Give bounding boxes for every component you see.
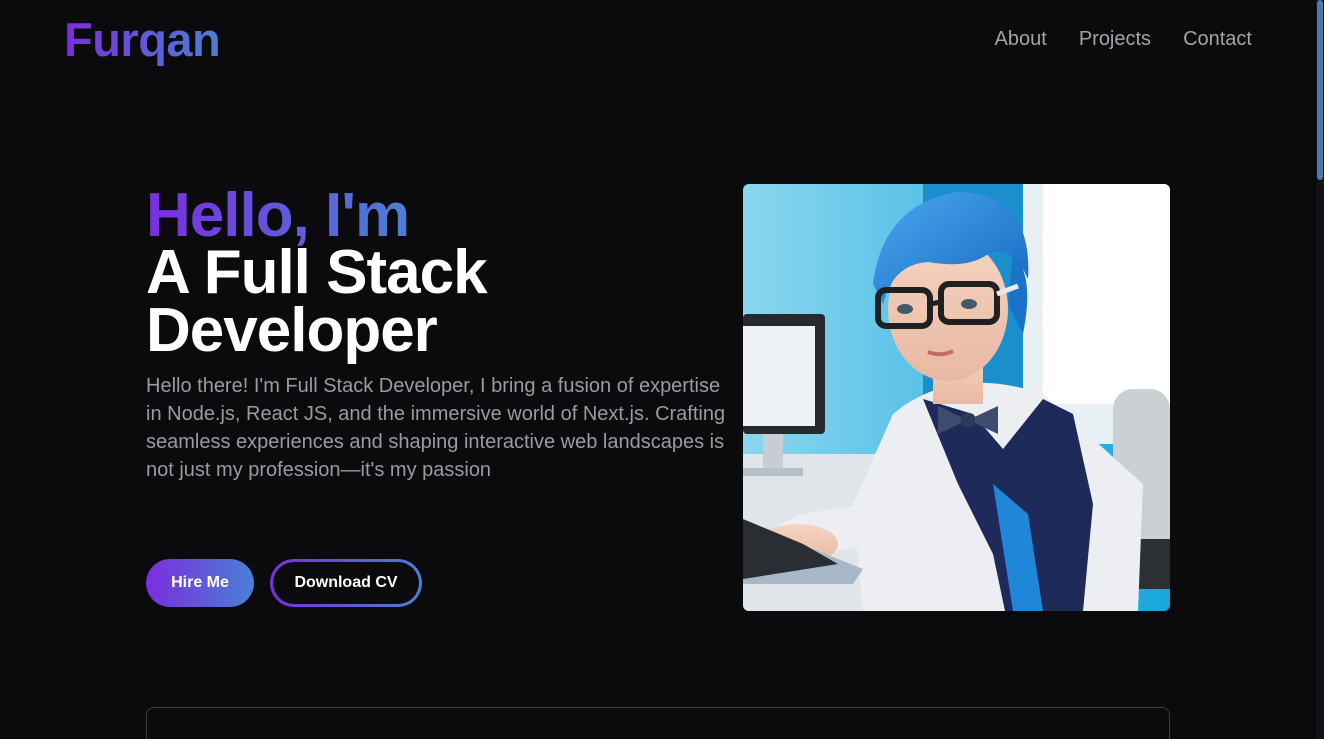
hero-headline: A Full Stack Developer bbox=[146, 238, 726, 365]
nav-projects-link[interactable]: Projects bbox=[1079, 28, 1151, 51]
site-logo[interactable]: Furqan bbox=[64, 12, 221, 67]
download-cv-button[interactable]: Download CV bbox=[270, 559, 422, 607]
hero-actions: Hire Me Download CV bbox=[146, 559, 422, 607]
nav-about-link[interactable]: About bbox=[995, 28, 1047, 51]
portfolio-page: Furqan About Projects Contact Hello, I'm… bbox=[0, 0, 1324, 739]
hire-me-button[interactable]: Hire Me bbox=[146, 559, 254, 607]
nav-contact-link[interactable]: Contact bbox=[1183, 28, 1252, 51]
hero-intro: Hello there! I'm Full Stack Developer, I… bbox=[146, 375, 726, 481]
profile-portrait-image bbox=[743, 184, 1170, 611]
scrollbar-thumb[interactable] bbox=[1317, 0, 1323, 180]
main-nav: About Projects Contact bbox=[995, 28, 1252, 51]
hero-headline-line-2: Developer bbox=[146, 296, 438, 365]
projects-card bbox=[146, 707, 1170, 739]
hero-text: Hello, I'm A Full Stack Developer Hello … bbox=[146, 184, 726, 484]
hero-headline-line-1: A Full Stack bbox=[146, 238, 488, 307]
page-scrollbar[interactable] bbox=[1316, 0, 1324, 739]
